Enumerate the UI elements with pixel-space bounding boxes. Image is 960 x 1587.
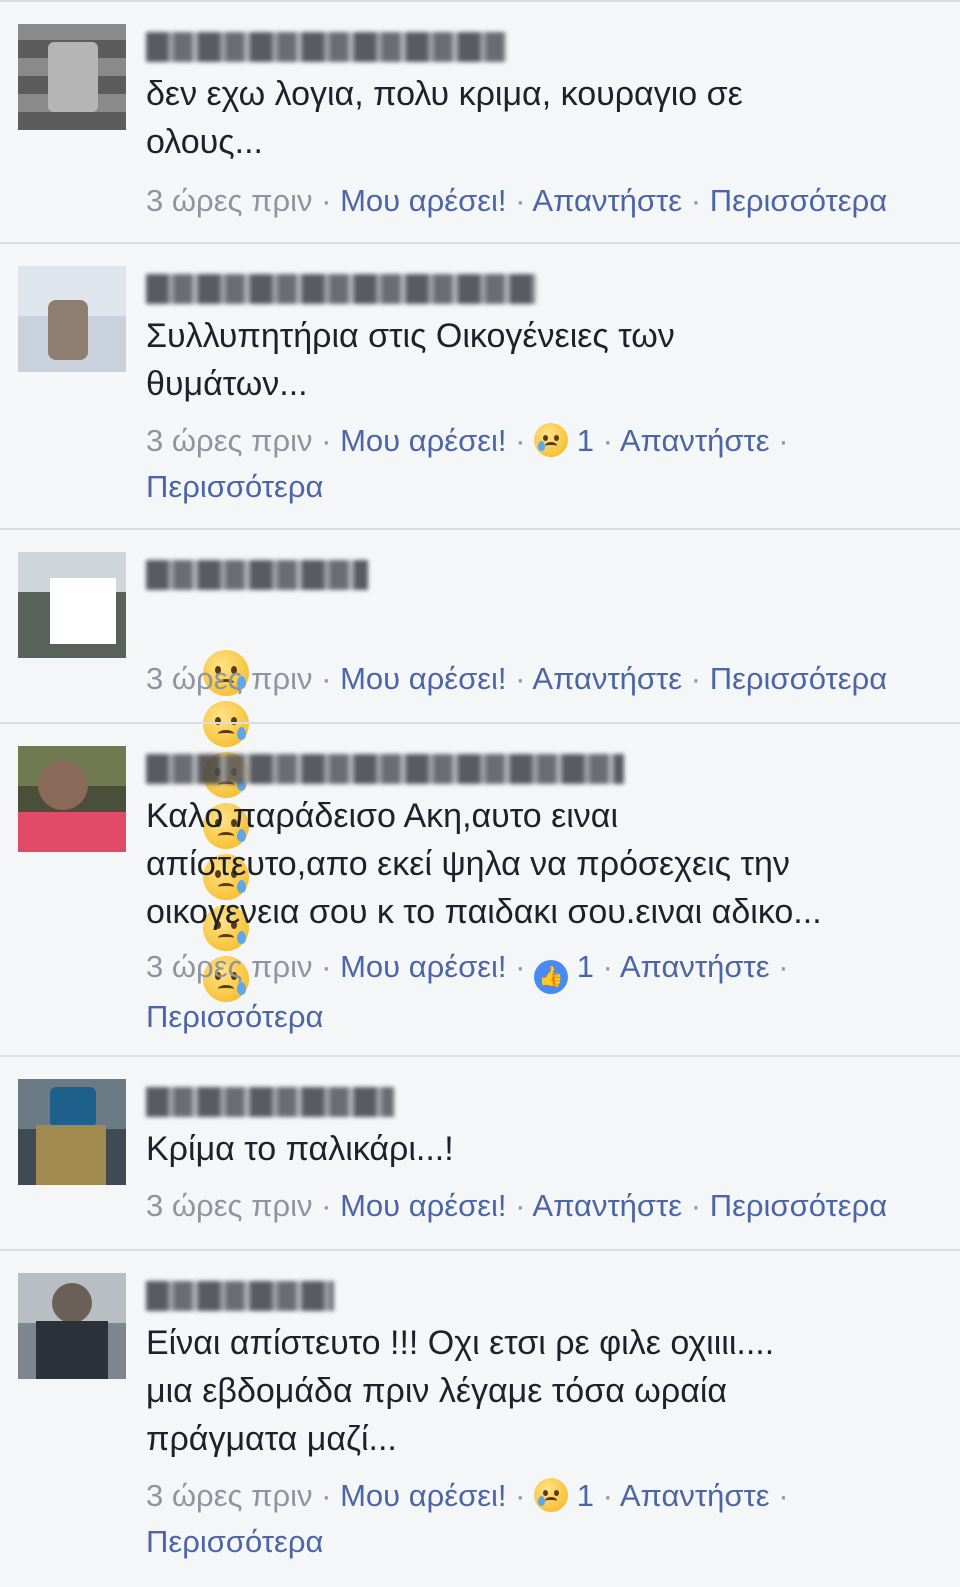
avatar[interactable] bbox=[18, 266, 126, 372]
like-link[interactable]: Μου αρέσει! bbox=[340, 1478, 506, 1513]
separator: · bbox=[515, 183, 526, 218]
commenter-name-blurred[interactable] bbox=[146, 1087, 394, 1117]
reply-link[interactable]: Απαντήστε bbox=[620, 423, 770, 458]
comment-text: Κρίμα το παλικάρι...! bbox=[146, 1130, 454, 1168]
commenter-name-blurred[interactable] bbox=[146, 754, 624, 784]
timestamp[interactable]: 3 ώρες πριν bbox=[146, 183, 312, 218]
commenter-name-blurred[interactable] bbox=[146, 274, 536, 304]
separator: · bbox=[690, 661, 702, 696]
more-link[interactable]: Περισσότερα bbox=[146, 469, 323, 504]
separator: · bbox=[602, 423, 613, 458]
like-link[interactable]: Μου αρέσει! bbox=[340, 423, 506, 458]
comment-actions: 3 ώρες πριν · Μου αρέσει! · 1 · Απαντήστ… bbox=[146, 1473, 940, 1565]
separator: · bbox=[778, 949, 789, 984]
separator: · bbox=[515, 423, 526, 458]
separator: · bbox=[321, 1188, 332, 1223]
separator: · bbox=[515, 661, 526, 696]
timestamp[interactable]: 3 ώρες πριν bbox=[146, 661, 312, 696]
timestamp[interactable]: 3 ώρες πριν bbox=[146, 423, 312, 458]
comment-item: Συλλυπητήρια στις Οικογένειες των θυμάτω… bbox=[0, 242, 960, 528]
comment-actions: 3 ώρες πριν · Μου αρέσει! · Απαντήστε · … bbox=[146, 1183, 940, 1229]
separator: · bbox=[321, 661, 332, 696]
comment-actions: 3 ώρες πριν · Μου αρέσει! · 1 · Απαντήστ… bbox=[146, 418, 940, 510]
comment-actions: 3 ώρες πριν · Μου αρέσει! · Απαντήστε · … bbox=[146, 656, 940, 702]
comment-item: Είναι απίστευτο !!! Οχι ετσι ρε φιλε οχι… bbox=[0, 1249, 960, 1587]
separator: · bbox=[321, 183, 332, 218]
timestamp[interactable]: 3 ώρες πριν bbox=[146, 1478, 312, 1513]
reply-link[interactable]: Απαντήστε bbox=[620, 949, 770, 984]
commenter-name-blurred[interactable] bbox=[146, 560, 368, 590]
avatar[interactable] bbox=[18, 1079, 126, 1185]
commenter-name-blurred[interactable] bbox=[146, 32, 506, 62]
comment-text: Συλλυπητήρια στις Οικογένειες των θυμάτω… bbox=[146, 317, 675, 403]
reaction-count[interactable]: 1 bbox=[577, 1478, 594, 1513]
comment-item: δεν εχω λογια, πολυ κριμα, κουραγιο σε ο… bbox=[0, 0, 960, 242]
separator: · bbox=[321, 949, 332, 984]
more-link[interactable]: Περισσότερα bbox=[710, 183, 887, 218]
avatar[interactable] bbox=[18, 24, 126, 130]
reply-link[interactable]: Απαντήστε bbox=[620, 1478, 770, 1513]
separator: · bbox=[778, 1478, 789, 1513]
comment-text: Είναι απίστευτο !!! Οχι ετσι ρε φιλε οχι… bbox=[146, 1324, 775, 1458]
separator: · bbox=[321, 1478, 332, 1513]
separator: · bbox=[778, 423, 789, 458]
avatar[interactable] bbox=[18, 552, 126, 658]
comment-item: 3 ώρες πριν · Μου αρέσει! · Απαντήστε · … bbox=[0, 528, 960, 1002]
separator: · bbox=[515, 1478, 526, 1513]
separator: · bbox=[515, 949, 526, 984]
reaction-count[interactable]: 1 bbox=[577, 949, 594, 984]
separator: · bbox=[602, 949, 613, 984]
comment-actions: 3 ώρες πριν · Μου αρέσει! · 👍 1 · Απαντή… bbox=[146, 944, 940, 1040]
comment-item: Κρίμα το παλικάρι...! 3 ώρες πριν · Μου … bbox=[0, 1055, 960, 1249]
comment-item: Καλο παράδεισο Ακη,αυτο ειναι απίστευτο,… bbox=[0, 722, 960, 1055]
separator: · bbox=[690, 1188, 702, 1223]
reply-link[interactable]: Απαντήστε bbox=[532, 183, 682, 218]
more-link[interactable]: Περισσότερα bbox=[146, 999, 323, 1034]
timestamp[interactable]: 3 ώρες πριν bbox=[146, 1188, 312, 1223]
reaction-count[interactable]: 1 bbox=[577, 423, 594, 458]
comment-text: Καλο παράδεισο Ακη,αυτο ειναι απίστευτο,… bbox=[146, 797, 822, 931]
comment-text bbox=[146, 602, 930, 1002]
avatar[interactable] bbox=[18, 746, 126, 852]
like-link[interactable]: Μου αρέσει! bbox=[340, 1188, 506, 1223]
timestamp[interactable]: 3 ώρες πριν bbox=[146, 949, 312, 984]
like-link[interactable]: Μου αρέσει! bbox=[340, 661, 506, 696]
thumbs-up-icon[interactable]: 👍 bbox=[534, 960, 569, 994]
like-link[interactable]: Μου αρέσει! bbox=[340, 183, 506, 218]
separator: · bbox=[602, 1478, 613, 1513]
comment-actions: 3 ώρες πριν · Μου αρέσει! · Απαντήστε · … bbox=[146, 178, 940, 224]
more-link[interactable]: Περισσότερα bbox=[710, 661, 887, 696]
avatar[interactable] bbox=[18, 1273, 126, 1379]
reply-link[interactable]: Απαντήστε bbox=[532, 1188, 682, 1223]
commenter-name-blurred[interactable] bbox=[146, 1281, 334, 1311]
separator: · bbox=[690, 183, 702, 218]
reply-link[interactable]: Απαντήστε bbox=[532, 661, 682, 696]
sad-face-icon[interactable] bbox=[534, 1478, 569, 1512]
separator: · bbox=[321, 423, 332, 458]
separator: · bbox=[515, 1188, 526, 1223]
more-link[interactable]: Περισσότερα bbox=[710, 1188, 887, 1223]
more-link[interactable]: Περισσότερα bbox=[146, 1524, 323, 1559]
comment-list: δεν εχω λογια, πολυ κριμα, κουραγιο σε ο… bbox=[0, 0, 960, 1587]
like-link[interactable]: Μου αρέσει! bbox=[340, 949, 506, 984]
sad-face-icon[interactable] bbox=[534, 423, 569, 457]
comment-text: δεν εχω λογια, πολυ κριμα, κουραγιο σε ο… bbox=[146, 75, 743, 161]
